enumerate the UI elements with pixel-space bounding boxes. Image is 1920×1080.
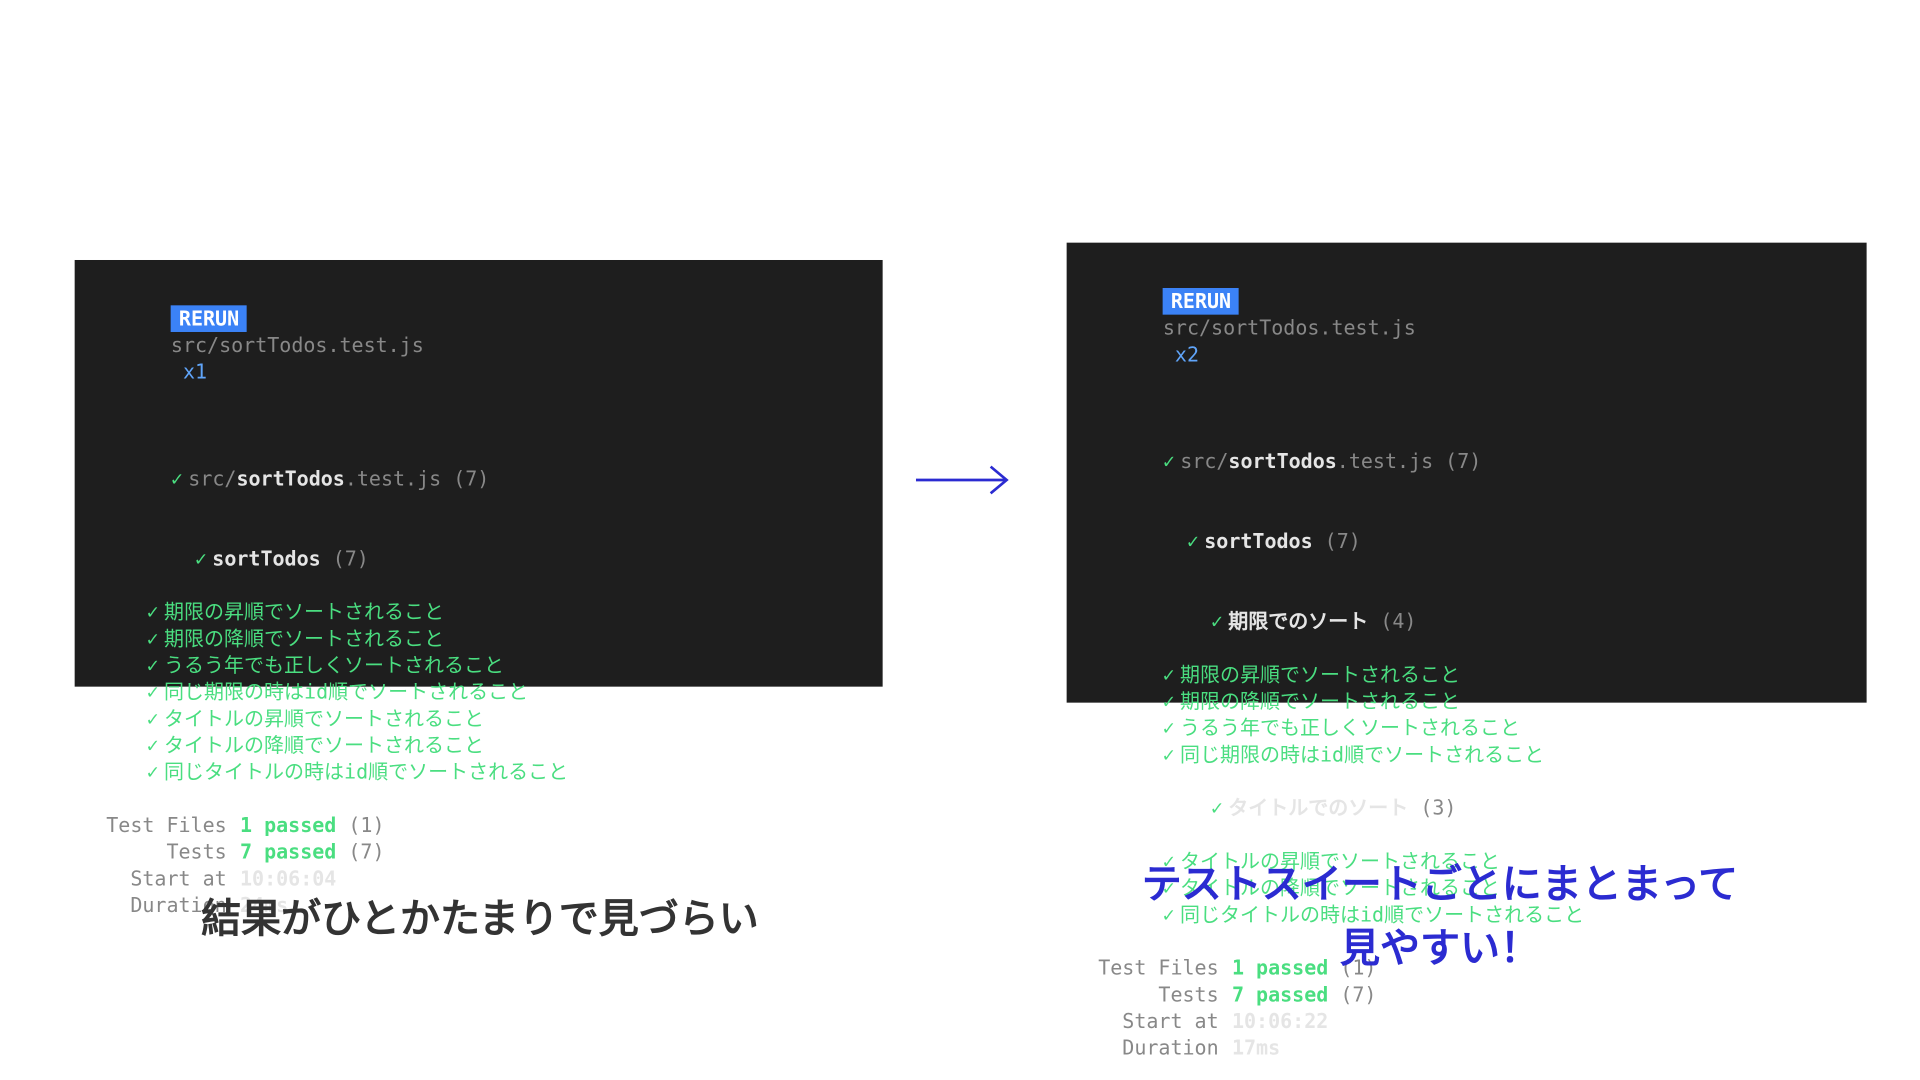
test-line: ✓うるう年でも正しくソートされること (99, 652, 859, 679)
suite-line: ✓sortTodos (7) (99, 519, 859, 599)
rerun-path: src/sortTodos.test.js (171, 333, 424, 357)
check-icon: ✓ (195, 547, 207, 571)
test-line: ✓同じ期限の時はid順でソートされること (99, 679, 859, 706)
check-icon: ✓ (1211, 796, 1223, 820)
test-line: ✓タイトルの昇順でソートされること (99, 705, 859, 732)
check-icon: ✓ (147, 707, 159, 731)
summary-tests: Tests7 passed (7) (1091, 981, 1843, 1008)
test-line: ✓同じタイトルの時はid順でソートされること (99, 759, 859, 786)
check-icon: ✓ (147, 627, 159, 651)
check-icon: ✓ (147, 600, 159, 624)
test-line: ✓期限の降順でソートされること (1091, 688, 1843, 715)
rerun-count: x1 (171, 360, 207, 384)
test-line: ✓期限の昇順でソートされること (99, 599, 859, 626)
check-icon: ✓ (171, 467, 183, 491)
check-icon: ✓ (147, 760, 159, 784)
group-line: ✓タイトルでのソート (3) (1091, 768, 1843, 848)
rerun-count: x2 (1163, 343, 1199, 367)
rerun-line: RERUN src/sortTodos.test.js x1 (99, 279, 859, 412)
file-line: ✓src/sortTodos.test.js (7) (99, 439, 859, 519)
caption-before: 結果がひとかたまりで見づらい (120, 885, 840, 944)
check-icon: ✓ (1163, 449, 1175, 473)
rerun-badge: RERUN (171, 305, 247, 332)
check-icon: ✓ (1211, 609, 1223, 633)
check-icon: ✓ (1163, 743, 1175, 767)
test-line: ✓同じ期限の時はid順でソートされること (1091, 741, 1843, 768)
terminal-before: RERUN src/sortTodos.test.js x1 ✓src/sort… (75, 260, 883, 687)
check-icon: ✓ (1163, 663, 1175, 687)
summary-start: Start at10:06:22 (1091, 1008, 1843, 1035)
group-line: ✓期限でのソート (4) (1091, 581, 1843, 661)
file-line: ✓src/sortTodos.test.js (7) (1091, 421, 1843, 501)
summary-files: Test Files1 passed (1) (99, 812, 859, 839)
check-icon: ✓ (147, 733, 159, 757)
check-icon: ✓ (1163, 689, 1175, 713)
rerun-path: src/sortTodos.test.js (1163, 316, 1416, 340)
test-line: ✓期限の降順でソートされること (99, 625, 859, 652)
caption-after: テストスイートごとにまとまって 見やすい！ (1067, 853, 1814, 981)
check-icon: ✓ (147, 680, 159, 704)
test-line: ✓期限の昇順でソートされること (1091, 661, 1843, 688)
test-line: ✓うるう年でも正しくソートされること (1091, 715, 1843, 742)
summary-tests: Tests7 passed (7) (99, 839, 859, 866)
check-icon: ✓ (1163, 716, 1175, 740)
rerun-line: RERUN src/sortTodos.test.js x2 (1091, 261, 1843, 394)
check-icon: ✓ (147, 653, 159, 677)
test-line: ✓タイトルの降順でソートされること (99, 732, 859, 759)
terminal-after: RERUN src/sortTodos.test.js x2 ✓src/sort… (1067, 243, 1867, 703)
arrow-icon (907, 453, 1027, 506)
rerun-badge: RERUN (1163, 288, 1239, 315)
summary-duration: Duration17ms (1091, 1035, 1843, 1062)
suite-line: ✓sortTodos (7) (1091, 501, 1843, 581)
check-icon: ✓ (1187, 529, 1199, 553)
